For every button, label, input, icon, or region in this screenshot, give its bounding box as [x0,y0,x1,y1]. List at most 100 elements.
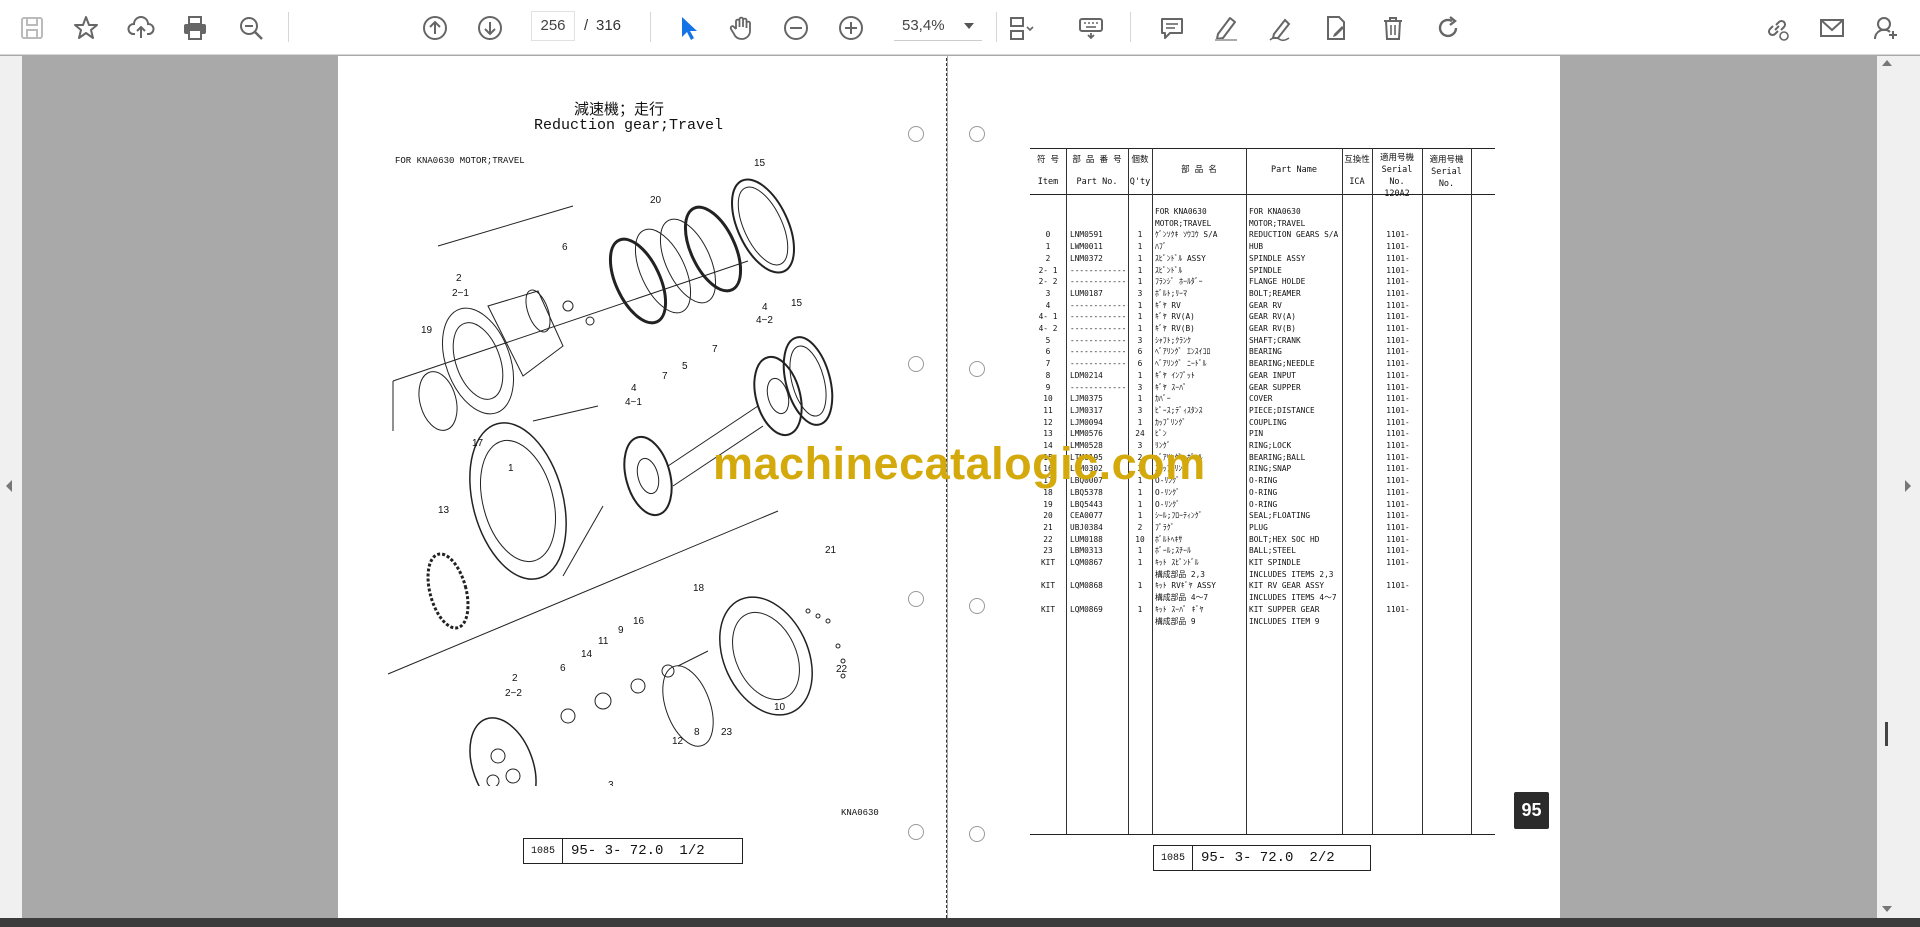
table-cell: LQM0868 [1070,581,1103,591]
save-icon[interactable] [16,12,48,44]
table-cell: LWM0011 [1070,242,1103,252]
svg-text:17: 17 [472,438,484,449]
watermark-text: machinecatalogic.com [713,438,1206,489]
svg-text:2−1: 2−1 [452,288,469,299]
table-cell: INCLUDES ITEMS 4～7 [1249,593,1337,603]
table-cell: 1101- [1386,382,1410,392]
table-cell: 1 [1137,546,1143,556]
arrow-down-circle-icon[interactable] [474,12,506,44]
upload-cloud-icon[interactable] [125,12,157,44]
table-cell: 1 [1137,312,1143,322]
svg-text:6: 6 [562,242,568,253]
arrow-up-circle-icon[interactable] [419,12,451,44]
svg-text:16: 16 [633,616,645,627]
table-cell: 1101- [1386,546,1410,556]
table-cell: ﾌﾟﾗｸﾞ [1155,522,1175,532]
table-cell: GEAR SUPPER [1249,382,1301,392]
table-cell: 3 [1137,335,1143,345]
table-cell: COVER [1249,394,1273,404]
zoom-in-icon[interactable] [835,12,867,44]
expand-right-panel-icon[interactable] [1905,480,1911,492]
sign-pen-icon[interactable] [1265,12,1297,44]
footer-code: 1085 [1154,846,1193,870]
table-cell: O-RING [1249,476,1278,486]
svg-text:22: 22 [836,664,848,675]
table-cell: ﾎﾞﾙﾄ;ﾘｰﾏ [1155,288,1187,298]
table-cell: LBM0313 [1070,546,1103,556]
vertical-scrollbar[interactable] [1877,56,1897,918]
toolbar-separator [650,12,651,42]
binder-hole [908,356,924,372]
add-user-icon[interactable] [1870,12,1902,44]
scroll-up-icon[interactable] [1882,60,1892,66]
table-cell: 1101- [1386,300,1410,310]
table-cell: 構成部品 4～7 [1155,593,1209,603]
highlight-pen-icon[interactable] [1210,12,1242,44]
binder-hole [908,126,924,142]
rotate-icon[interactable] [1432,12,1464,44]
share-link-icon[interactable] [1761,12,1793,44]
table-cell: GEAR RV [1249,300,1282,310]
zoom-value: 53,4% [902,17,945,34]
edit-document-icon[interactable] [1320,12,1352,44]
svg-text:4−2: 4−2 [756,315,773,326]
table-cell: 2- 2 [1038,277,1058,287]
current-page-input[interactable]: 256 [531,11,575,41]
table-cell: 1 [1137,370,1143,380]
table-cell: 1101- [1386,394,1410,404]
table-cell: 2 [1045,253,1051,263]
table-cell: 6 [1045,347,1051,357]
page-footer-box: 1085 95- 3- 72.0 1/2 [523,838,743,864]
hand-pan-icon[interactable] [726,12,758,44]
binder-hole [969,826,985,842]
table-cell: BEARING [1249,347,1282,357]
table-cell: 1101- [1386,324,1410,333]
table-cell: KIT SPINDLE [1249,558,1301,567]
zoom-out-icon[interactable] [780,12,812,44]
scrollbar-thumb[interactable] [1885,722,1888,746]
svg-text:4: 4 [631,383,637,394]
select-pointer-icon[interactable] [672,12,704,44]
table-cell: 1101- [1386,288,1410,298]
comment-icon[interactable] [1156,12,1188,44]
table-cell: 1101- [1386,277,1410,287]
table-cell: 3 [1137,382,1143,392]
scroll-down-icon[interactable] [1882,906,1892,912]
table-cell: PIECE;DISTANCE [1249,405,1315,415]
keyboard-icon[interactable] [1075,12,1107,44]
mail-icon[interactable] [1816,12,1848,44]
header-serial-2: 適用号機 Serial No. [1429,155,1464,189]
header-item: 符 号 Item [1036,155,1060,187]
page-footer-box: 1085 95- 3- 72.0 2/2 [1153,845,1371,871]
table-cell: 1101- [1386,417,1410,427]
table-cell: GEAR INPUT [1249,370,1296,380]
table-cell: KIT SUPPER GEAR [1249,604,1320,614]
fit-page-icon[interactable] [1005,12,1037,44]
table-cell: 1 [1137,253,1143,263]
exploded-parts-drawing: 15 20 6 2 2−1 19 17 4 4−2 15 5 7 7 4 4−1… [387,158,848,786]
table-cell: LQM0869 [1070,604,1103,614]
table-cell: LBQ5443 [1070,499,1103,509]
table-cell: 1 [1137,417,1143,427]
table-cell: BEARING;BALL [1249,452,1306,462]
table-cell: ------------ [1070,359,1127,369]
table-cell: 20 [1043,511,1053,521]
table-cell: 11 [1043,405,1053,415]
table-cell: 1 [1137,499,1143,509]
expand-left-panel-icon[interactable] [6,480,12,492]
svg-text:2: 2 [456,273,462,284]
svg-text:8: 8 [694,727,700,738]
zoom-select[interactable]: 53,4% [894,11,982,41]
print-icon[interactable] [179,12,211,44]
bookmark-star-icon[interactable] [70,12,102,44]
table-cell: 6 [1137,347,1143,357]
zoom-search-icon[interactable] [235,12,267,44]
table-cell: ｷﾞﾔ RV [1155,300,1181,310]
table-cell: 1101- [1386,464,1410,474]
binder-hole [969,598,985,614]
parts-table: 符 号 Item 部 品 番 号 Part No. 個数 Q'ty 部 品 名 Par… [1030,148,1495,888]
table-cell: SPINDLE ASSY [1249,253,1306,263]
trash-icon[interactable] [1377,12,1409,44]
table-cell: SHAFT;CRANK [1249,335,1301,345]
table-cell: ｷﾞﾔ ｲﾝﾌﾟｯﾄ [1155,370,1195,380]
